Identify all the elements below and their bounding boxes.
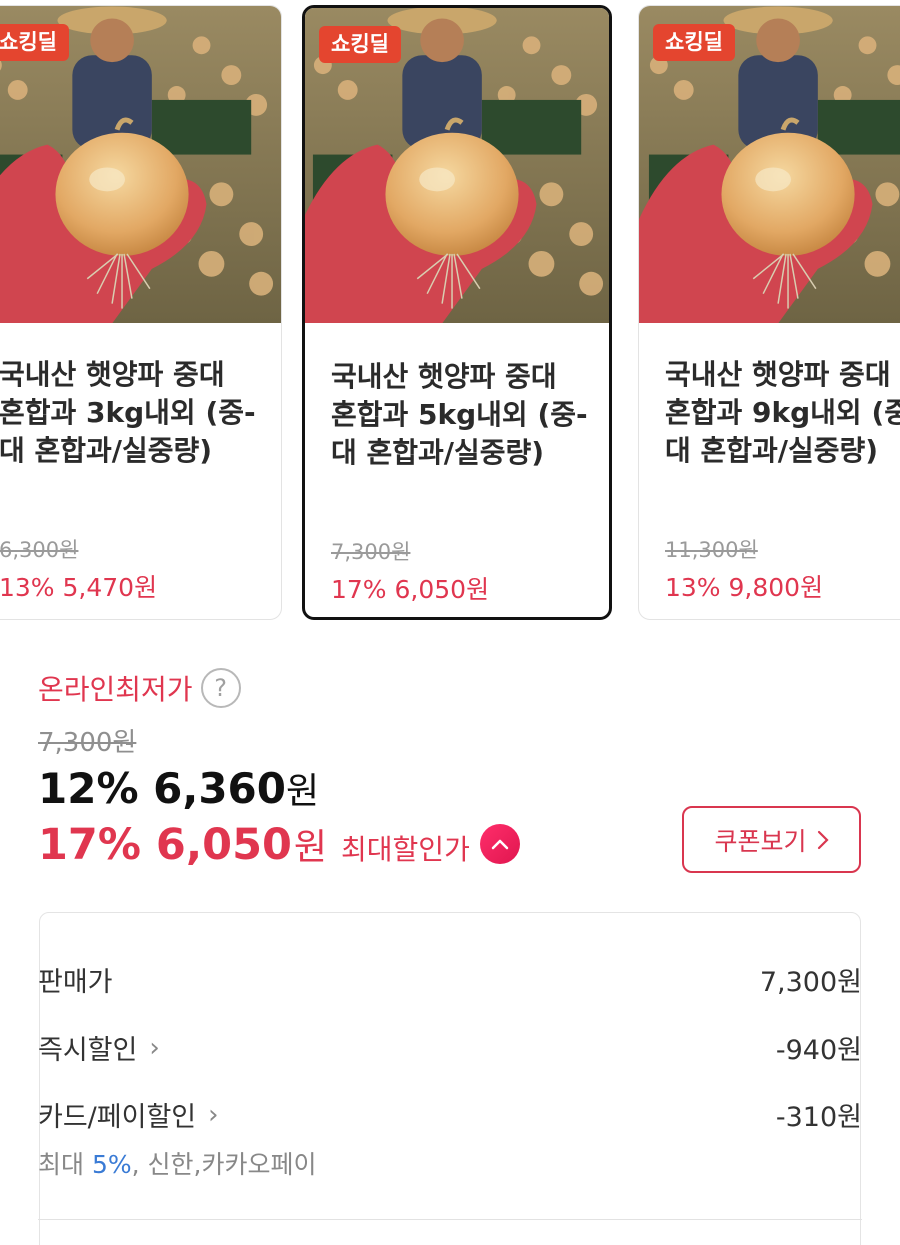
chevron-right-icon: › (208, 1099, 219, 1130)
help-icon[interactable]: ? (200, 668, 241, 708)
max-discount-label: 최대할인가 (341, 833, 470, 866)
currency-unit: 원 (293, 827, 328, 868)
max-discount-price: 17% 6,050 (38, 820, 292, 870)
shocking-deal-badge: 쇼킹딜 (0, 24, 69, 61)
original-price: 6,300원 (0, 538, 79, 562)
sale-price: 13% 9,800원 (665, 573, 824, 602)
breakdown-value: -310원 (775, 1102, 862, 1133)
original-price: 7,300원 (38, 728, 137, 758)
discount-price: 12% 6,360원 (38, 762, 319, 814)
sale-price: 13% 5,470원 (0, 573, 158, 602)
currency-unit: 원 (286, 771, 320, 812)
breakdown-label: 즉시할인 (38, 1035, 138, 1066)
breakdown-row-instant-discount[interactable]: 즉시할인 › -940원 (38, 1028, 862, 1067)
product-title: 국내산 햇양파 중대 혼합과 9kg내외 (중-대 혼합과/실중량) (665, 358, 900, 467)
coupon-button[interactable]: 쿠폰보기 (682, 806, 861, 873)
card-discount-percent: 5% (91, 1150, 132, 1179)
product-card-3kg[interactable]: 쇼킹딜 국내산 햇양파 중대 혼합과 3kg내외 (중-대 혼합과/실중량) 6… (0, 5, 282, 620)
breakdown-value: -940원 (775, 1035, 862, 1066)
chevron-right-icon (817, 830, 829, 849)
shocking-deal-badge: 쇼킹딜 (653, 24, 735, 61)
breakdown-row-card-discount[interactable]: 카드/페이할인 › -310원 (38, 1095, 862, 1134)
divider (38, 1219, 862, 1220)
coupon-button-label: 쿠폰보기 (714, 826, 807, 856)
discount-price-value: 12% 6,360 (38, 764, 287, 813)
breakdown-label: 카드/페이할인 (38, 1102, 197, 1133)
sale-price: 17% 6,050원 (331, 575, 490, 604)
product-title: 국내산 햇양파 중대 혼합과 3kg내외 (중-대 혼합과/실중량) (0, 358, 256, 467)
original-price: 7,300원 (331, 540, 411, 564)
breakdown-value: 7,300원 (759, 967, 862, 998)
product-card-9kg[interactable]: 쇼킹딜 국내산 햇양파 중대 혼합과 9kg내외 (중-대 혼합과/실중량) 1… (638, 5, 900, 620)
breakdown-row-sale-price: 판매가 7,300원 (38, 960, 862, 999)
product-carousel[interactable]: 쇼킹딜 국내산 햇양파 중대 혼합과 3kg내외 (중-대 혼합과/실중량) 6… (0, 0, 900, 640)
chevron-up-icon[interactable] (479, 824, 520, 864)
breakdown-label: 판매가 (38, 967, 113, 998)
card-discount-note: 최대 5%, 신한,카카오페이 (38, 1150, 317, 1179)
lowest-price-label: 온라인최저가 (38, 673, 193, 706)
product-title: 국내산 햇양파 중대 혼합과 5kg내외 (중-대 혼합과/실중량) (331, 360, 588, 469)
product-card-5kg[interactable]: 쇼킹딜 국내산 햇양파 중대 혼합과 5kg내외 (중-대 혼합과/실중량) 7… (302, 5, 612, 620)
original-price: 11,300원 (665, 538, 758, 562)
chevron-right-icon: › (149, 1032, 160, 1063)
lowest-price-label-row: 온라인최저가 ? (38, 668, 241, 708)
shocking-deal-badge: 쇼킹딜 (319, 26, 401, 63)
max-discount-row: 17% 6,050 원 최대할인가 (38, 818, 520, 870)
